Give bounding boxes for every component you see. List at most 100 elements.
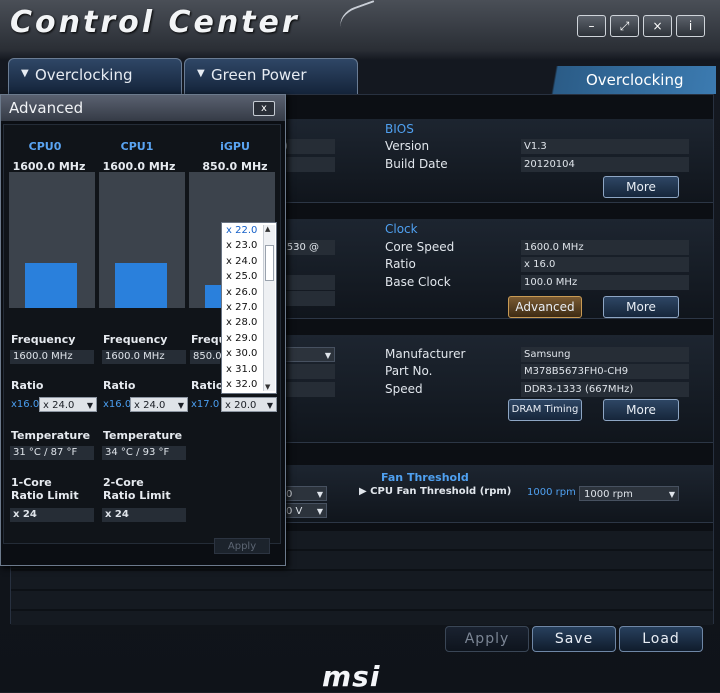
- tab-label: Overclocking: [35, 66, 133, 84]
- cpu-fan-current: 1000 rpm: [527, 487, 576, 498]
- chevron-down-icon: ▼: [21, 68, 29, 79]
- tab-green-power[interactable]: ▼ Green Power: [184, 58, 358, 94]
- igpu-header: iGPU: [220, 140, 250, 153]
- ratio-label: Ratio: [385, 257, 416, 271]
- base-clock-value: 100.0 MHz: [521, 275, 689, 290]
- scrollbar-thumb[interactable]: [265, 245, 274, 281]
- igpu-current-ratio: x17.0: [191, 399, 220, 410]
- fan-threshold-header: Fan Threshold: [381, 471, 469, 484]
- chevron-down-icon: ▼: [668, 490, 675, 499]
- cpu0-header: CPU0: [28, 140, 62, 153]
- cpu0-load-gauge: [9, 172, 95, 308]
- advanced-dialog-title: Advanced: [1, 95, 285, 121]
- igpu-ratio-select[interactable]: x 20.0 ▼: [221, 397, 277, 412]
- one-core-label: 1-Core: [11, 476, 52, 489]
- core-speed-label: Core Speed: [385, 240, 455, 254]
- active-section-label: Overclocking: [546, 66, 716, 94]
- cpu1-ratio-select[interactable]: x 24.0 ▼: [130, 397, 188, 412]
- bios-date-value: 20120104: [521, 157, 689, 172]
- partial-field: [281, 382, 335, 397]
- partial-field: [281, 364, 335, 379]
- chevron-down-icon: ▼: [177, 401, 184, 410]
- cpu1-ratio-label: Ratio: [103, 379, 136, 392]
- title-swoosh-decoration: [336, 0, 384, 42]
- partial-dropdown[interactable]: 0 ▼: [281, 486, 327, 501]
- partial-field: [281, 291, 335, 306]
- cpu0-temperature-value: 31 °C / 87 °F: [10, 446, 94, 460]
- igpu-frequency-value: 850.0: [190, 350, 222, 364]
- chevron-down-icon: ▼: [316, 507, 323, 516]
- apply-button[interactable]: Apply: [445, 626, 529, 652]
- control-center-window: Control Center – ⤢ × i ▼ Overclocking ▼ …: [0, 0, 720, 693]
- save-button[interactable]: Save: [532, 626, 616, 652]
- cpu1-current-ratio: x16.0: [103, 399, 132, 410]
- partial-dropdown-value: 0: [286, 489, 293, 500]
- two-core-label: 2-Core: [103, 476, 144, 489]
- cpu-fan-select[interactable]: 1000 rpm ▼: [579, 486, 679, 501]
- cpu0-temperature-label: Temperature: [11, 429, 91, 442]
- cpu0-frequency-value: 1600.0 MHz: [10, 350, 94, 364]
- chevron-down-icon: ▼: [316, 490, 323, 499]
- cpu-name-partial: i530 @: [281, 240, 335, 255]
- clock-more-button[interactable]: More: [603, 296, 679, 318]
- two-core-ratio-limit-value[interactable]: x 24: [102, 508, 186, 522]
- bios-header: BIOS: [385, 122, 414, 136]
- manufacturer-value: Samsung: [521, 347, 689, 362]
- advanced-close-button[interactable]: x: [253, 101, 275, 116]
- partial-field: [281, 275, 335, 290]
- chevron-down-icon: ▼: [266, 401, 273, 410]
- load-button[interactable]: Load: [619, 626, 703, 652]
- info-button[interactable]: i: [676, 15, 705, 37]
- chevron-right-icon: ▶: [359, 486, 371, 497]
- dropdown-scrollbar[interactable]: ▲ ▼: [263, 225, 275, 391]
- part-no-label: Part No.: [385, 364, 433, 378]
- partial-field: [281, 157, 335, 172]
- bios-version-value: V1.3: [521, 139, 689, 154]
- memory-more-button[interactable]: More: [603, 399, 679, 421]
- partial-field: ): [281, 139, 335, 154]
- partial-dropdown[interactable]: ▼: [281, 347, 335, 362]
- cpu-fan-select-value: 1000 rpm: [584, 489, 633, 500]
- core-speed-value: 1600.0 MHz: [521, 240, 689, 255]
- cpu-fan-label: ▶ CPU Fan Threshold (rpm): [359, 486, 512, 497]
- one-core-ratio-limit-value[interactable]: x 24: [10, 508, 94, 522]
- partial-dropdown[interactable]: 0 V ▼: [281, 503, 327, 518]
- cpu0-ratio-select[interactable]: x 24.0 ▼: [39, 397, 97, 412]
- cpu1-frequency-label: Frequency: [103, 333, 168, 346]
- cpu1-frequency-value: 1600.0 MHz: [102, 350, 186, 364]
- cpu0-ratio-select-value: x 24.0: [43, 400, 75, 411]
- partial-dropdown-value: 0 V: [286, 506, 303, 517]
- chevron-down-icon: ▼: [86, 401, 93, 410]
- close-button[interactable]: ×: [643, 15, 672, 37]
- igpu-ratio-dropdown-list[interactable]: x 22.0 x 23.0 x 24.0 x 25.0 x 26.0 x 27.…: [221, 222, 277, 394]
- advanced-button[interactable]: Advanced: [508, 296, 582, 318]
- cpu1-load-fill: [115, 263, 167, 308]
- manufacturer-label: Manufacturer: [385, 347, 466, 361]
- ratio-value: x 16.0: [521, 257, 689, 272]
- msi-logo: msi: [322, 660, 381, 693]
- base-clock-label: Base Clock: [385, 275, 451, 289]
- clock-header: Clock: [385, 222, 418, 236]
- minimize-button[interactable]: –: [577, 15, 606, 37]
- resize-button[interactable]: ⤢: [610, 15, 639, 37]
- bios-more-button[interactable]: More: [603, 176, 679, 198]
- tab-overclocking[interactable]: ▼ Overclocking: [8, 58, 182, 94]
- cpu0-frequency-label: Frequency: [11, 333, 76, 346]
- one-core-ratio-limit-label: Ratio Limit: [11, 489, 79, 502]
- cpu0-ratio-label: Ratio: [11, 379, 44, 392]
- cpu1-temperature-value: 34 °C / 93 °F: [102, 446, 186, 460]
- bios-version-label: Version: [385, 139, 430, 153]
- dram-timing-button[interactable]: DRAM Timing: [508, 399, 582, 421]
- memory-speed-value: DDR3-1333 (667MHz): [521, 382, 689, 397]
- memory-speed-label: Speed: [385, 382, 423, 396]
- advanced-apply-button[interactable]: Apply: [214, 538, 270, 554]
- app-title: Control Center: [10, 5, 300, 40]
- scroll-up-icon[interactable]: ▲: [265, 225, 270, 233]
- igpu-ratio-label: Ratio: [191, 379, 224, 392]
- cpu1-ratio-select-value: x 24.0: [134, 400, 166, 411]
- chevron-down-icon: ▼: [324, 351, 331, 360]
- cpu1-temperature-label: Temperature: [103, 429, 183, 442]
- two-core-ratio-limit-label: Ratio Limit: [103, 489, 171, 502]
- scroll-down-icon[interactable]: ▼: [265, 383, 270, 391]
- bios-date-label: Build Date: [385, 157, 448, 171]
